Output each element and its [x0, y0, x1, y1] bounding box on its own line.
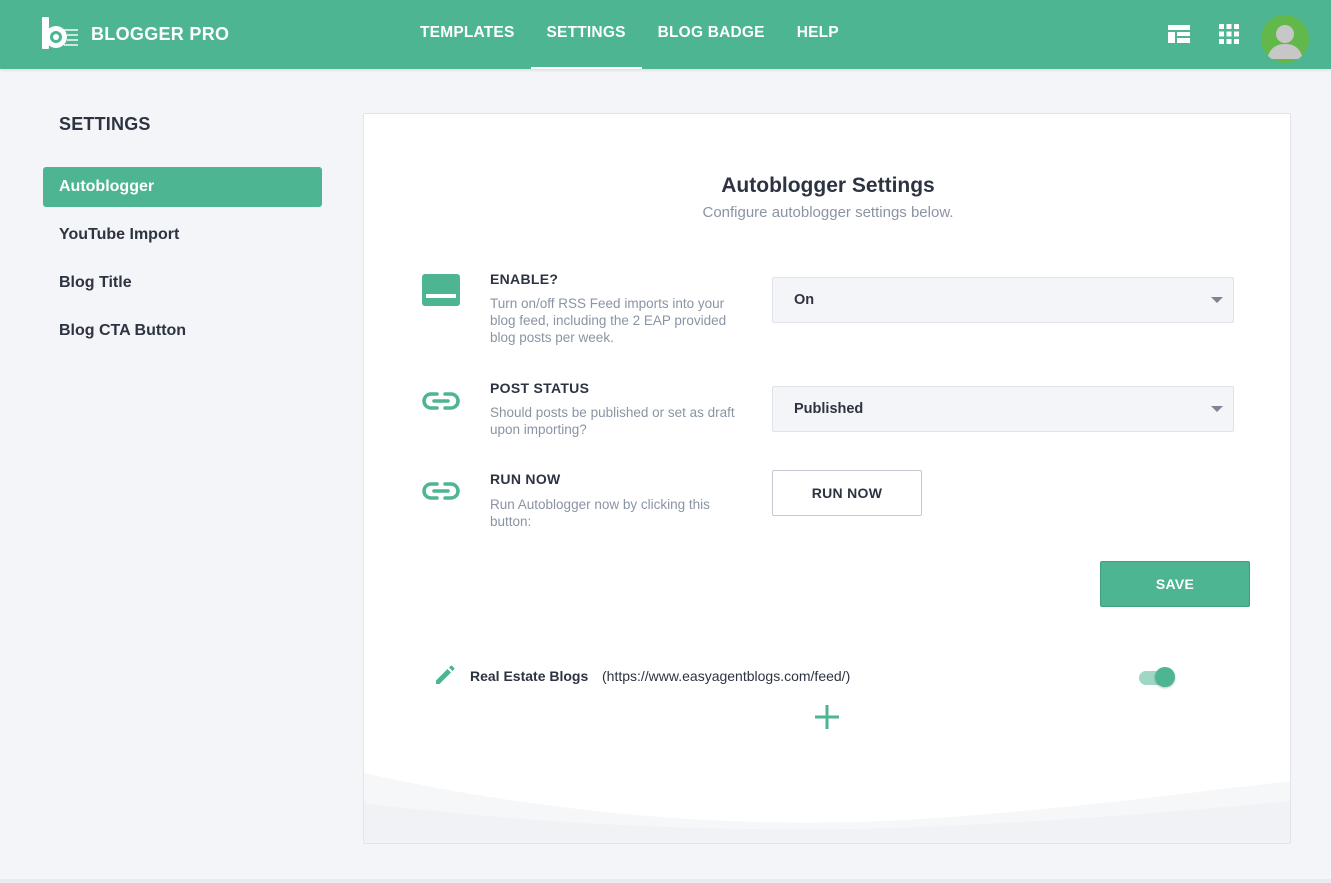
nav-item-blog-badge[interactable]: BLOG BADGE — [642, 0, 781, 69]
pencil-icon[interactable] — [433, 665, 455, 687]
enable-description: Turn on/off RSS Feed imports into your b… — [490, 296, 727, 345]
nav-item-templates[interactable]: TEMPLATES — [404, 0, 531, 69]
sidebar-item-blog-cta-button[interactable]: Blog CTA Button — [43, 311, 322, 351]
sidebar-item-autoblogger[interactable]: Autoblogger — [43, 167, 322, 207]
apps-grid-icon[interactable] — [1217, 23, 1241, 45]
page-footer-strip — [0, 879, 1331, 883]
feed-name: Real Estate Blogs — [470, 668, 589, 684]
post-status-select[interactable]: Published — [772, 386, 1234, 432]
user-silhouette-icon — [1261, 15, 1309, 63]
run-now-label: RUN NOW — [490, 471, 561, 487]
plus-icon[interactable] — [813, 703, 841, 731]
page-title: Autoblogger Settings — [721, 174, 935, 197]
nav-item-settings[interactable]: SETTINGS — [530, 0, 642, 69]
feed-enabled-toggle[interactable] — [1137, 666, 1177, 688]
user-avatar[interactable] — [1261, 15, 1309, 63]
sidebar-title: SETTINGS — [59, 114, 151, 134]
nav-item-help[interactable]: HELP — [781, 0, 855, 69]
post-status-select-value: Published — [794, 401, 864, 417]
post-status-label: POST STATUS — [490, 380, 590, 396]
app-brand-name[interactable]: BLOGGER PRO — [91, 24, 229, 45]
settings-card: Autoblogger Settings Configure autoblogg… — [363, 113, 1291, 844]
enable-select[interactable]: On — [772, 277, 1234, 323]
sidebar-item-youtube-import[interactable]: YouTube Import — [43, 215, 322, 255]
enable-label: ENABLE? — [490, 271, 559, 287]
post-status-description: Should posts be published or set as draf… — [490, 405, 735, 437]
chevron-down-icon — [1211, 406, 1223, 412]
page-subtitle: Configure autoblogger settings below. — [702, 204, 954, 221]
sidebar-item-blog-title[interactable]: Blog Title — [43, 263, 322, 303]
decorative-wave — [364, 773, 1290, 843]
link-icon — [422, 482, 460, 500]
enable-select-value: On — [794, 292, 815, 308]
main-nav: TEMPLATES SETTINGS BLOG BADGE HELP — [404, 0, 855, 69]
save-button[interactable]: SAVE — [1100, 561, 1250, 607]
toggle-knob — [1155, 667, 1175, 687]
toggle-panel-icon — [422, 274, 460, 306]
run-now-description: Run Autoblogger now by clicking this but… — [490, 497, 710, 529]
feed-url: (https://www.easyagentblogs.com/feed/) — [602, 668, 851, 684]
dashboard-layout-icon[interactable] — [1167, 23, 1191, 45]
run-now-button[interactable]: RUN NOW — [772, 470, 922, 516]
top-navigation-bar: BLOGGER PRO TEMPLATES SETTINGS BLOG BADG… — [0, 0, 1331, 69]
link-icon — [422, 392, 460, 410]
chevron-down-icon — [1211, 297, 1223, 303]
blogger-pro-logo-icon[interactable] — [40, 15, 80, 51]
